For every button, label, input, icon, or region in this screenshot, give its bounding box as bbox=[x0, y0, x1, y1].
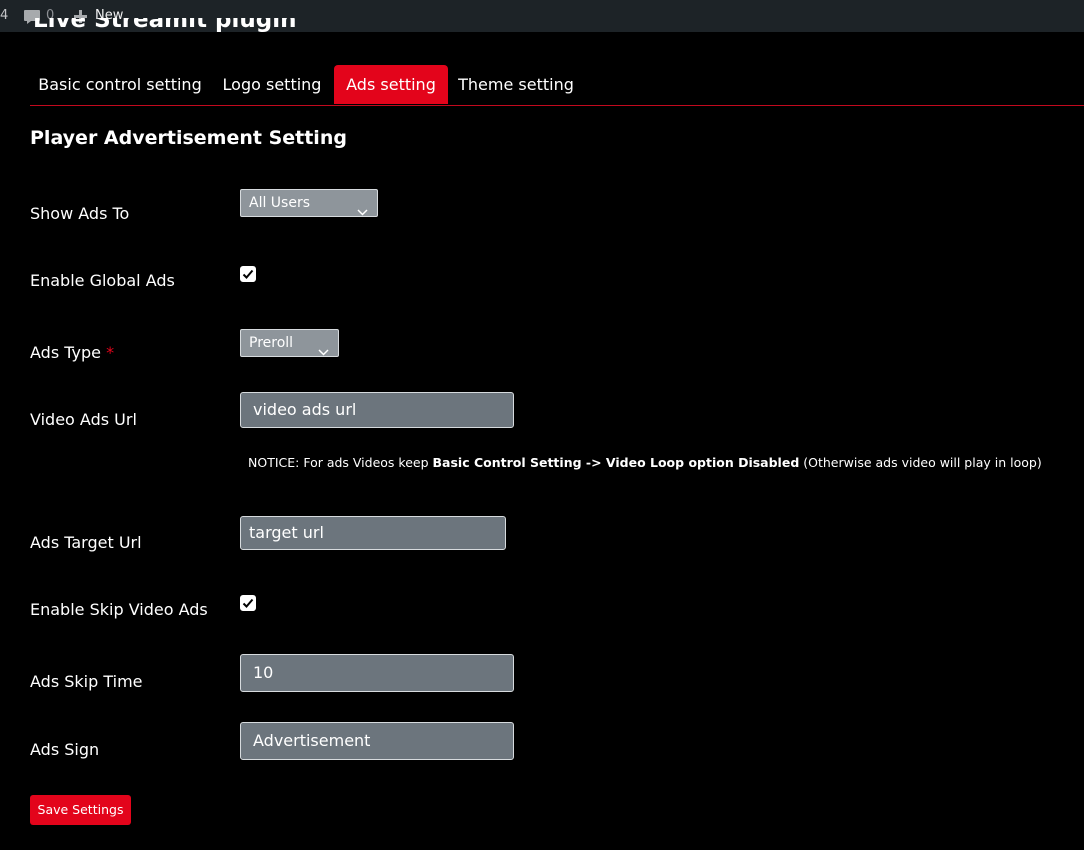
check-icon bbox=[242, 598, 254, 608]
show-ads-to-select[interactable]: All Users bbox=[240, 189, 378, 217]
check-icon bbox=[242, 269, 254, 279]
settings-tabs: Basic control setting Logo setting Ads s… bbox=[30, 65, 1084, 106]
enable-global-ads-label: Enable Global Ads bbox=[30, 271, 175, 290]
section-heading: Player Advertisement Setting bbox=[30, 127, 347, 149]
save-settings-button[interactable]: Save Settings bbox=[30, 795, 131, 825]
page-title: Live Streamit plugin bbox=[33, 18, 297, 32]
ads-target-url-label: Ads Target Url bbox=[30, 533, 142, 552]
tab-theme[interactable]: Theme setting bbox=[450, 65, 582, 104]
enable-skip-video-ads-label: Enable Skip Video Ads bbox=[30, 600, 208, 619]
ads-skip-time-label: Ads Skip Time bbox=[30, 672, 143, 691]
tab-ads[interactable]: Ads setting bbox=[334, 65, 448, 104]
video-ads-url-input[interactable]: video ads url bbox=[240, 392, 514, 428]
ads-skip-time-input[interactable]: 10 bbox=[240, 654, 514, 692]
video-ads-url-label: Video Ads Url bbox=[30, 410, 137, 429]
ads-type-select[interactable]: Preroll bbox=[240, 329, 339, 357]
chevron-down-icon bbox=[357, 199, 368, 225]
loop-notice: NOTICE: For ads Videos keep Basic Contro… bbox=[248, 455, 1042, 470]
ads-target-url-input[interactable]: target url bbox=[240, 516, 506, 550]
required-mark: * bbox=[106, 343, 115, 362]
show-ads-to-label: Show Ads To bbox=[30, 204, 130, 223]
enable-global-ads-checkbox[interactable] bbox=[240, 266, 256, 282]
ads-sign-input[interactable]: Advertisement bbox=[240, 722, 514, 760]
tab-logo[interactable]: Logo setting bbox=[212, 65, 332, 104]
ads-type-label: Ads Type * bbox=[30, 343, 115, 362]
updates-count[interactable]: 4 bbox=[0, 8, 8, 23]
chevron-down-icon bbox=[318, 339, 329, 365]
enable-skip-video-ads-checkbox[interactable] bbox=[240, 595, 256, 611]
ads-sign-label: Ads Sign bbox=[30, 740, 100, 759]
show-ads-to-value: All Users bbox=[249, 195, 311, 211]
tab-basic-control[interactable]: Basic control setting bbox=[30, 65, 210, 104]
ads-type-value: Preroll bbox=[249, 335, 294, 351]
